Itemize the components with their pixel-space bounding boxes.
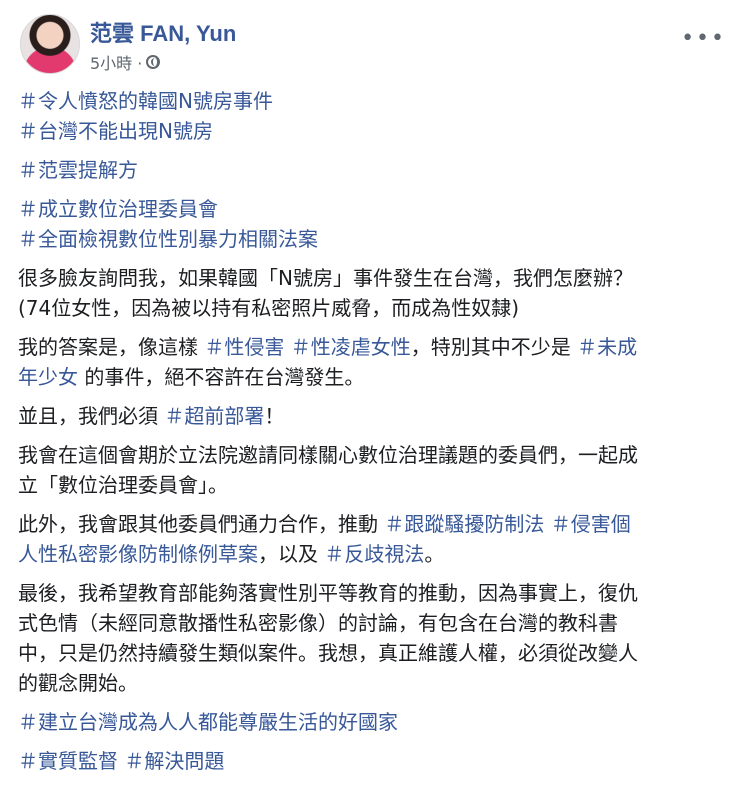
hashtag-link[interactable]: 年少女 xyxy=(18,365,78,389)
text-line: 人性私密影像防制條例草案，以及 ＃反歧視法。 xyxy=(18,539,732,569)
hashtag-link[interactable]: ＃成立數位治理委員會 xyxy=(18,197,218,221)
post-timestamp[interactable]: 5小時 · xyxy=(90,50,142,74)
post-text: 立「數位治理委員會」。 xyxy=(18,473,228,497)
post-meta: 5小時 · xyxy=(90,50,161,74)
post-text: ，特別其中不少是 xyxy=(410,335,578,359)
hashtag-link[interactable]: 人性私密影像防制條例草案 xyxy=(18,542,258,566)
text-line: 最後，我希望教育部能夠落實性別平等教育的推動，因為事實上，復仇 xyxy=(18,578,732,608)
hashtag-link[interactable]: ＃令人憤怒的韓國N號房事件 xyxy=(18,89,273,113)
post-text: 。 xyxy=(424,542,445,566)
hashtag-link[interactable]: ＃超前部署 xyxy=(164,404,264,428)
post-text: 我的答案是，像這樣 xyxy=(18,335,205,359)
paragraph: ＃實質監督 ＃解決問題 xyxy=(18,746,732,776)
facebook-post: 范雲 FAN, Yun 5小時 · ••• ＃令人憤怒的韓國N號房事件 ＃台灣不能… xyxy=(0,0,750,805)
text-line: 中，只是仍然持續發生類似案件。我想，真正維護人權，必須從改變人 xyxy=(18,638,732,668)
post-content: ＃令人憤怒的韓國N號房事件 ＃台灣不能出現N號房 ＃范雲提解方 ＃成立數位治理委員… xyxy=(18,86,732,776)
hashtag-link[interactable]: ＃未成 xyxy=(577,335,637,359)
post-text: 很多臉友詢問我，如果韓國「N號房」事件發生在台灣，我們怎麼辦？ xyxy=(18,266,633,290)
paragraph: 此外，我會跟其他委員們通力合作，推動 ＃跟蹤騷擾防制法 ＃侵害個 人性私密影像防制… xyxy=(18,509,732,569)
paragraph: 並且，我們必須 ＃超前部署！ xyxy=(18,401,732,431)
text-line: 我的答案是，像這樣 ＃性侵害 ＃性凌虐女性，特別其中不少是 ＃未成 xyxy=(18,332,732,362)
avatar[interactable] xyxy=(20,14,80,74)
text-line: 並且，我們必須 ＃超前部署！ xyxy=(18,401,732,431)
hashtag-link[interactable]: ＃性凌虐女性 xyxy=(291,335,411,359)
text-line: 立「數位治理委員會」。 xyxy=(18,470,732,500)
text-line: ＃全面檢視數位性別暴力相關法案 xyxy=(18,224,732,254)
text-line: 很多臉友詢問我，如果韓國「N號房」事件發生在台灣，我們怎麼辦？ xyxy=(18,263,732,293)
text-line: ＃范雲提解方 xyxy=(18,155,732,185)
hashtag-link[interactable]: ＃實質監督 xyxy=(18,749,118,773)
post-text: 中，只是仍然持續發生類似案件。我想，真正維護人權，必須從改變人 xyxy=(18,641,638,665)
paragraph: ＃成立數位治理委員會 ＃全面檢視數位性別暴力相關法案 xyxy=(18,194,732,254)
text-line: ＃建立台灣成為人人都能尊嚴生活的好國家 xyxy=(18,707,732,737)
post-text: 的觀念開始。 xyxy=(18,671,138,695)
post-text: 並且，我們必須 xyxy=(18,404,165,428)
hashtag-link[interactable]: ＃建立台灣成為人人都能尊嚴生活的好國家 xyxy=(18,710,398,734)
paragraph: ＃范雲提解方 xyxy=(18,155,732,185)
globe-icon[interactable] xyxy=(146,55,161,69)
text-line: 此外，我會跟其他委員們通力合作，推動 ＃跟蹤騷擾防制法 ＃侵害個 xyxy=(18,509,732,539)
post-text: 式色情（未經同意散播性私密影像）的討論，有包含在台灣的教科書 xyxy=(18,611,618,635)
hashtag-link[interactable]: ＃性侵害 xyxy=(204,335,284,359)
more-options-icon[interactable]: ••• xyxy=(681,26,726,51)
hashtag-link[interactable]: ＃跟蹤騷擾防制法 xyxy=(384,512,544,536)
text-line: 式色情（未經同意散播性私密影像）的討論，有包含在台灣的教科書 xyxy=(18,608,732,638)
post-text: ！ xyxy=(264,404,285,428)
text-line: 我會在這個會期於立法院邀請同樣關心數位治理議題的委員們，一起成 xyxy=(18,440,732,470)
post-text: ，以及 xyxy=(258,542,325,566)
text-line: 年少女 的事件，絕不容許在台灣發生。 xyxy=(18,362,732,392)
post-text: 最後，我希望教育部能夠落實性別平等教育的推動，因為事實上，復仇 xyxy=(18,581,638,605)
author-name[interactable]: 范雲 FAN, Yun xyxy=(90,16,236,48)
text-line: (74位女性，因為被以持有私密照片威脅，而成為性奴隸) xyxy=(18,293,732,323)
paragraph: 很多臉友詢問我，如果韓國「N號房」事件發生在台灣，我們怎麼辦？ (74位女性，因為… xyxy=(18,263,732,323)
post-text: 此外，我會跟其他委員們通力合作，推動 xyxy=(18,512,385,536)
text-line: 的觀念開始。 xyxy=(18,668,732,698)
paragraph: 我的答案是，像這樣 ＃性侵害 ＃性凌虐女性，特別其中不少是 ＃未成 年少女 的事件… xyxy=(18,332,732,392)
paragraph: ＃建立台灣成為人人都能尊嚴生活的好國家 xyxy=(18,707,732,737)
text-line: ＃實質監督 ＃解決問題 xyxy=(18,746,732,776)
post-text: 我會在這個會期於立法院邀請同樣關心數位治理議題的委員們，一起成 xyxy=(18,443,638,467)
paragraph: 最後，我希望教育部能夠落實性別平等教育的推動，因為事實上，復仇 式色情（未經同意散… xyxy=(18,578,732,698)
post-header: 范雲 FAN, Yun 5小時 · ••• xyxy=(18,12,732,78)
post-text: 的事件，絕不容許在台灣發生。 xyxy=(78,365,365,389)
paragraph: 我會在這個會期於立法院邀請同樣關心數位治理議題的委員們，一起成 立「數位治理委員會… xyxy=(18,440,732,500)
hashtag-link[interactable]: ＃范雲提解方 xyxy=(18,158,138,182)
hashtag-link[interactable]: ＃解決問題 xyxy=(124,749,224,773)
text-line: ＃台灣不能出現N號房 xyxy=(18,116,732,146)
hashtag-link[interactable]: ＃台灣不能出現N號房 xyxy=(18,119,213,143)
text-line: ＃成立數位治理委員會 xyxy=(18,194,732,224)
text-line: ＃令人憤怒的韓國N號房事件 xyxy=(18,86,732,116)
hashtag-link[interactable]: ＃侵害個 xyxy=(551,512,631,536)
hashtag-link[interactable]: ＃反歧視法 xyxy=(324,542,424,566)
paragraph: ＃令人憤怒的韓國N號房事件 ＃台灣不能出現N號房 xyxy=(18,86,732,146)
post-text: (74位女性，因為被以持有私密照片威脅，而成為性奴隸) xyxy=(18,296,520,320)
hashtag-link[interactable]: ＃全面檢視數位性別暴力相關法案 xyxy=(18,227,318,251)
